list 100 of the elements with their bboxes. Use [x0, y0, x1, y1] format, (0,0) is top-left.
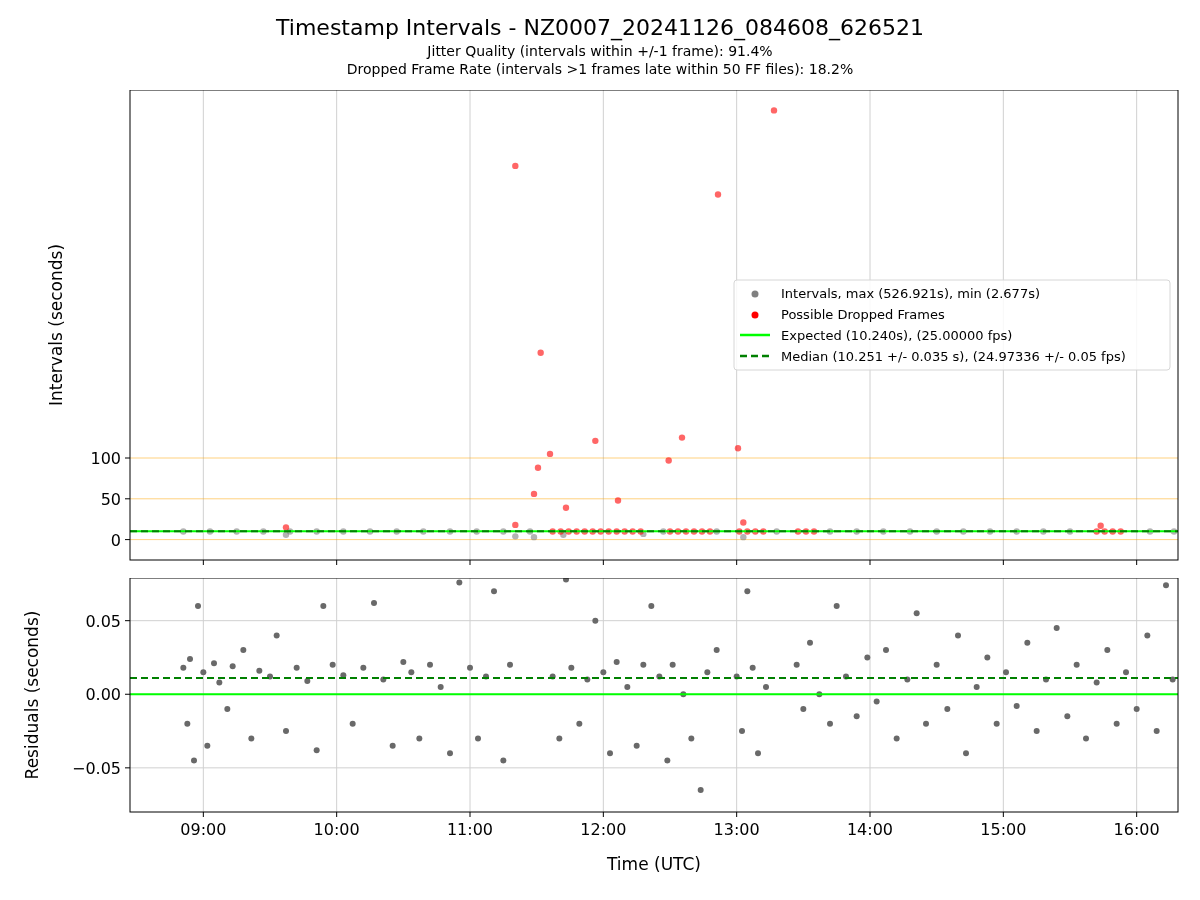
scatter-point	[204, 742, 211, 749]
scatter-point	[534, 464, 542, 471]
scatter-point	[576, 720, 583, 727]
scatter-point	[1064, 713, 1071, 720]
scatter-point	[393, 528, 400, 535]
scatter-point	[224, 706, 231, 712]
scatter-point	[500, 528, 507, 535]
scatter-point	[1040, 528, 1047, 535]
scatter-point	[191, 757, 197, 764]
scatter-point	[447, 750, 453, 757]
scatter-point	[770, 107, 778, 114]
scatter-point	[240, 647, 247, 654]
tick-label: 10:00	[313, 820, 360, 839]
scatter-point	[680, 691, 687, 698]
tick-mark	[124, 539, 131, 541]
scatter-point	[960, 528, 967, 535]
scatter-point	[833, 602, 840, 609]
scatter-point	[233, 528, 240, 535]
scatter-point	[1024, 639, 1031, 646]
tick-label: 16:00	[1113, 820, 1160, 839]
scatter-point	[944, 706, 951, 712]
scatter-point	[446, 528, 454, 535]
scatter-point	[320, 602, 327, 609]
tick-label: 15:00	[980, 820, 1027, 839]
scatter-point	[669, 661, 676, 668]
scatter-point	[704, 669, 711, 676]
scatter-point	[733, 673, 740, 680]
scatter-point	[475, 735, 481, 742]
scatter-point	[437, 683, 444, 690]
scatter-point	[416, 735, 423, 742]
scatter-point	[483, 673, 489, 680]
tick-mark	[1002, 559, 1004, 566]
tick-mark	[124, 620, 131, 622]
scatter-point	[349, 720, 356, 727]
scatter-point	[843, 673, 849, 680]
scatter-point	[755, 750, 761, 757]
figure-title: Timestamp Intervals - NZ0007_20241126_084608_626521	[276, 14, 924, 42]
tick-label: 0.00	[85, 685, 121, 705]
scatter-point	[549, 673, 556, 680]
scatter-point	[256, 667, 263, 674]
tick-label: 50	[100, 489, 121, 509]
scatter-point	[562, 504, 570, 511]
scatter-point	[697, 786, 704, 793]
figure-subtitle: Jitter Quality (intervals within +/-1 frame): 91.4%	[427, 42, 773, 60]
scatter-point	[584, 676, 591, 683]
scatter-point	[923, 720, 929, 727]
scatter-point	[380, 676, 387, 683]
scatter-point	[749, 664, 756, 671]
scatter-point	[568, 664, 575, 671]
scatter-point	[216, 679, 223, 686]
scatter-point	[963, 750, 969, 757]
scatter-point	[304, 678, 311, 684]
scatter-point	[600, 669, 607, 676]
scatter-point	[512, 521, 519, 529]
scatter-point	[537, 349, 544, 356]
tick-mark	[124, 767, 131, 769]
scatter-point	[800, 706, 807, 712]
scatter-point	[713, 647, 720, 654]
tick-mark	[124, 457, 131, 459]
scatter-point	[400, 658, 407, 665]
scatter-point	[665, 457, 672, 464]
scatter-point	[340, 672, 347, 679]
scatter-point	[206, 528, 214, 535]
scatter-point	[973, 683, 980, 690]
scatter-point	[1043, 676, 1049, 683]
tick-mark	[736, 811, 738, 818]
scatter-point	[267, 673, 273, 680]
scatter-point	[592, 437, 599, 445]
legend-label: Expected (10.240s), (25.00000 fps)	[781, 328, 1013, 343]
scatter-point	[656, 673, 663, 680]
scatter-point	[491, 588, 497, 595]
scatter-point	[744, 588, 751, 595]
scatter-point	[613, 658, 620, 665]
scatter-point	[229, 663, 236, 670]
legend-label: Possible Dropped Frames	[781, 307, 945, 322]
scatter-point	[1083, 735, 1089, 742]
scatter-point	[420, 528, 427, 535]
scatter-point	[933, 661, 940, 668]
scatter-point	[740, 519, 747, 526]
scatter-point	[1013, 528, 1020, 535]
scatter-point	[853, 528, 860, 535]
scatter-point	[195, 602, 201, 609]
scatter-point	[530, 490, 538, 498]
scatter-point	[826, 528, 834, 535]
tick-label: 0	[110, 530, 121, 550]
scatter-point	[187, 655, 193, 662]
scatter-point	[1013, 703, 1020, 710]
scatter-point	[283, 728, 289, 735]
scatter-point	[1123, 669, 1129, 676]
axis-title: Residuals (seconds)	[22, 610, 42, 780]
scatter-point	[893, 735, 900, 742]
tick-mark	[869, 559, 871, 566]
scatter-point	[260, 528, 267, 535]
scatter-point	[734, 445, 742, 452]
scatter-point	[678, 434, 686, 441]
tick-mark	[336, 811, 338, 818]
scatter-point	[913, 610, 920, 617]
scatter-point	[313, 747, 320, 754]
scatter-point	[984, 654, 991, 661]
scatter-point	[1169, 676, 1176, 683]
